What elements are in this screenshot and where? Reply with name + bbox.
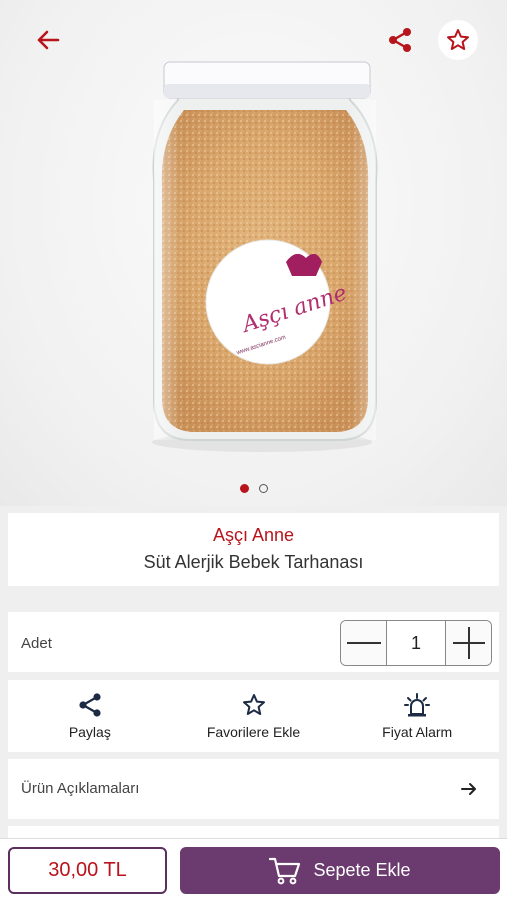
gallery-dot-1[interactable] [239, 484, 249, 493]
price-alarm-action[interactable]: Fiyat Alarm [335, 680, 499, 752]
quantity-stepper[interactable]: 1 [340, 620, 492, 666]
share-button-top[interactable] [382, 22, 418, 58]
plus-icon [452, 627, 485, 659]
gallery-pagination [0, 484, 507, 493]
product-description-row[interactable]: Ürün Açıklamaları [8, 759, 499, 819]
price-display: 30,00 TL [8, 847, 167, 894]
share-icon [79, 693, 101, 717]
share-icon [389, 28, 411, 52]
decrease-button[interactable] [341, 621, 387, 665]
arrow-right-icon [459, 779, 479, 799]
product-brand[interactable]: Aşçı Anne [8, 525, 499, 546]
share-label: Paylaş [68, 724, 111, 740]
star-outline-icon [447, 29, 469, 50]
gallery-dot-2[interactable] [258, 484, 268, 493]
alarm-icon [404, 693, 431, 717]
product-image-gallery[interactable]: Aşçı anne www.ascianne.com [0, 0, 507, 506]
add-favorite-action[interactable]: Favorilere Ekle [172, 680, 336, 752]
star-icon [242, 694, 265, 715]
bottom-bar: 30,00 TL Sepete Ekle [0, 838, 507, 900]
back-button[interactable] [30, 22, 66, 58]
cart-icon [269, 857, 301, 884]
quantity-row: Adet 1 [8, 612, 499, 672]
minus-icon [346, 642, 381, 644]
product-title-card: Aşçı Anne Süt Alerjik Bebek Tarhanası [8, 513, 499, 586]
product-actions: Paylaş Favorilere Ekle Fiyat Alarm [8, 680, 499, 752]
share-action[interactable]: Paylaş [8, 680, 172, 752]
increase-button[interactable] [445, 621, 491, 665]
price-alarm-label: Fiyat Alarm [382, 724, 453, 740]
add-to-cart-button[interactable]: Sepete Ekle [180, 847, 500, 894]
description-label: Ürün Açıklamaları [21, 780, 140, 797]
quantity-label: Adet [21, 635, 52, 652]
favorite-button-top[interactable] [438, 20, 478, 60]
product-jar-image: Aşçı anne www.ascianne.com [152, 61, 378, 452]
arrow-left-icon [37, 30, 60, 50]
quantity-value[interactable]: 1 [387, 621, 445, 665]
add-favorite-label: Favorilere Ekle [206, 724, 301, 740]
product-name: Süt Alerjik Bebek Tarhanası [143, 552, 364, 572]
add-to-cart-label: Sepete Ekle [313, 860, 411, 880]
